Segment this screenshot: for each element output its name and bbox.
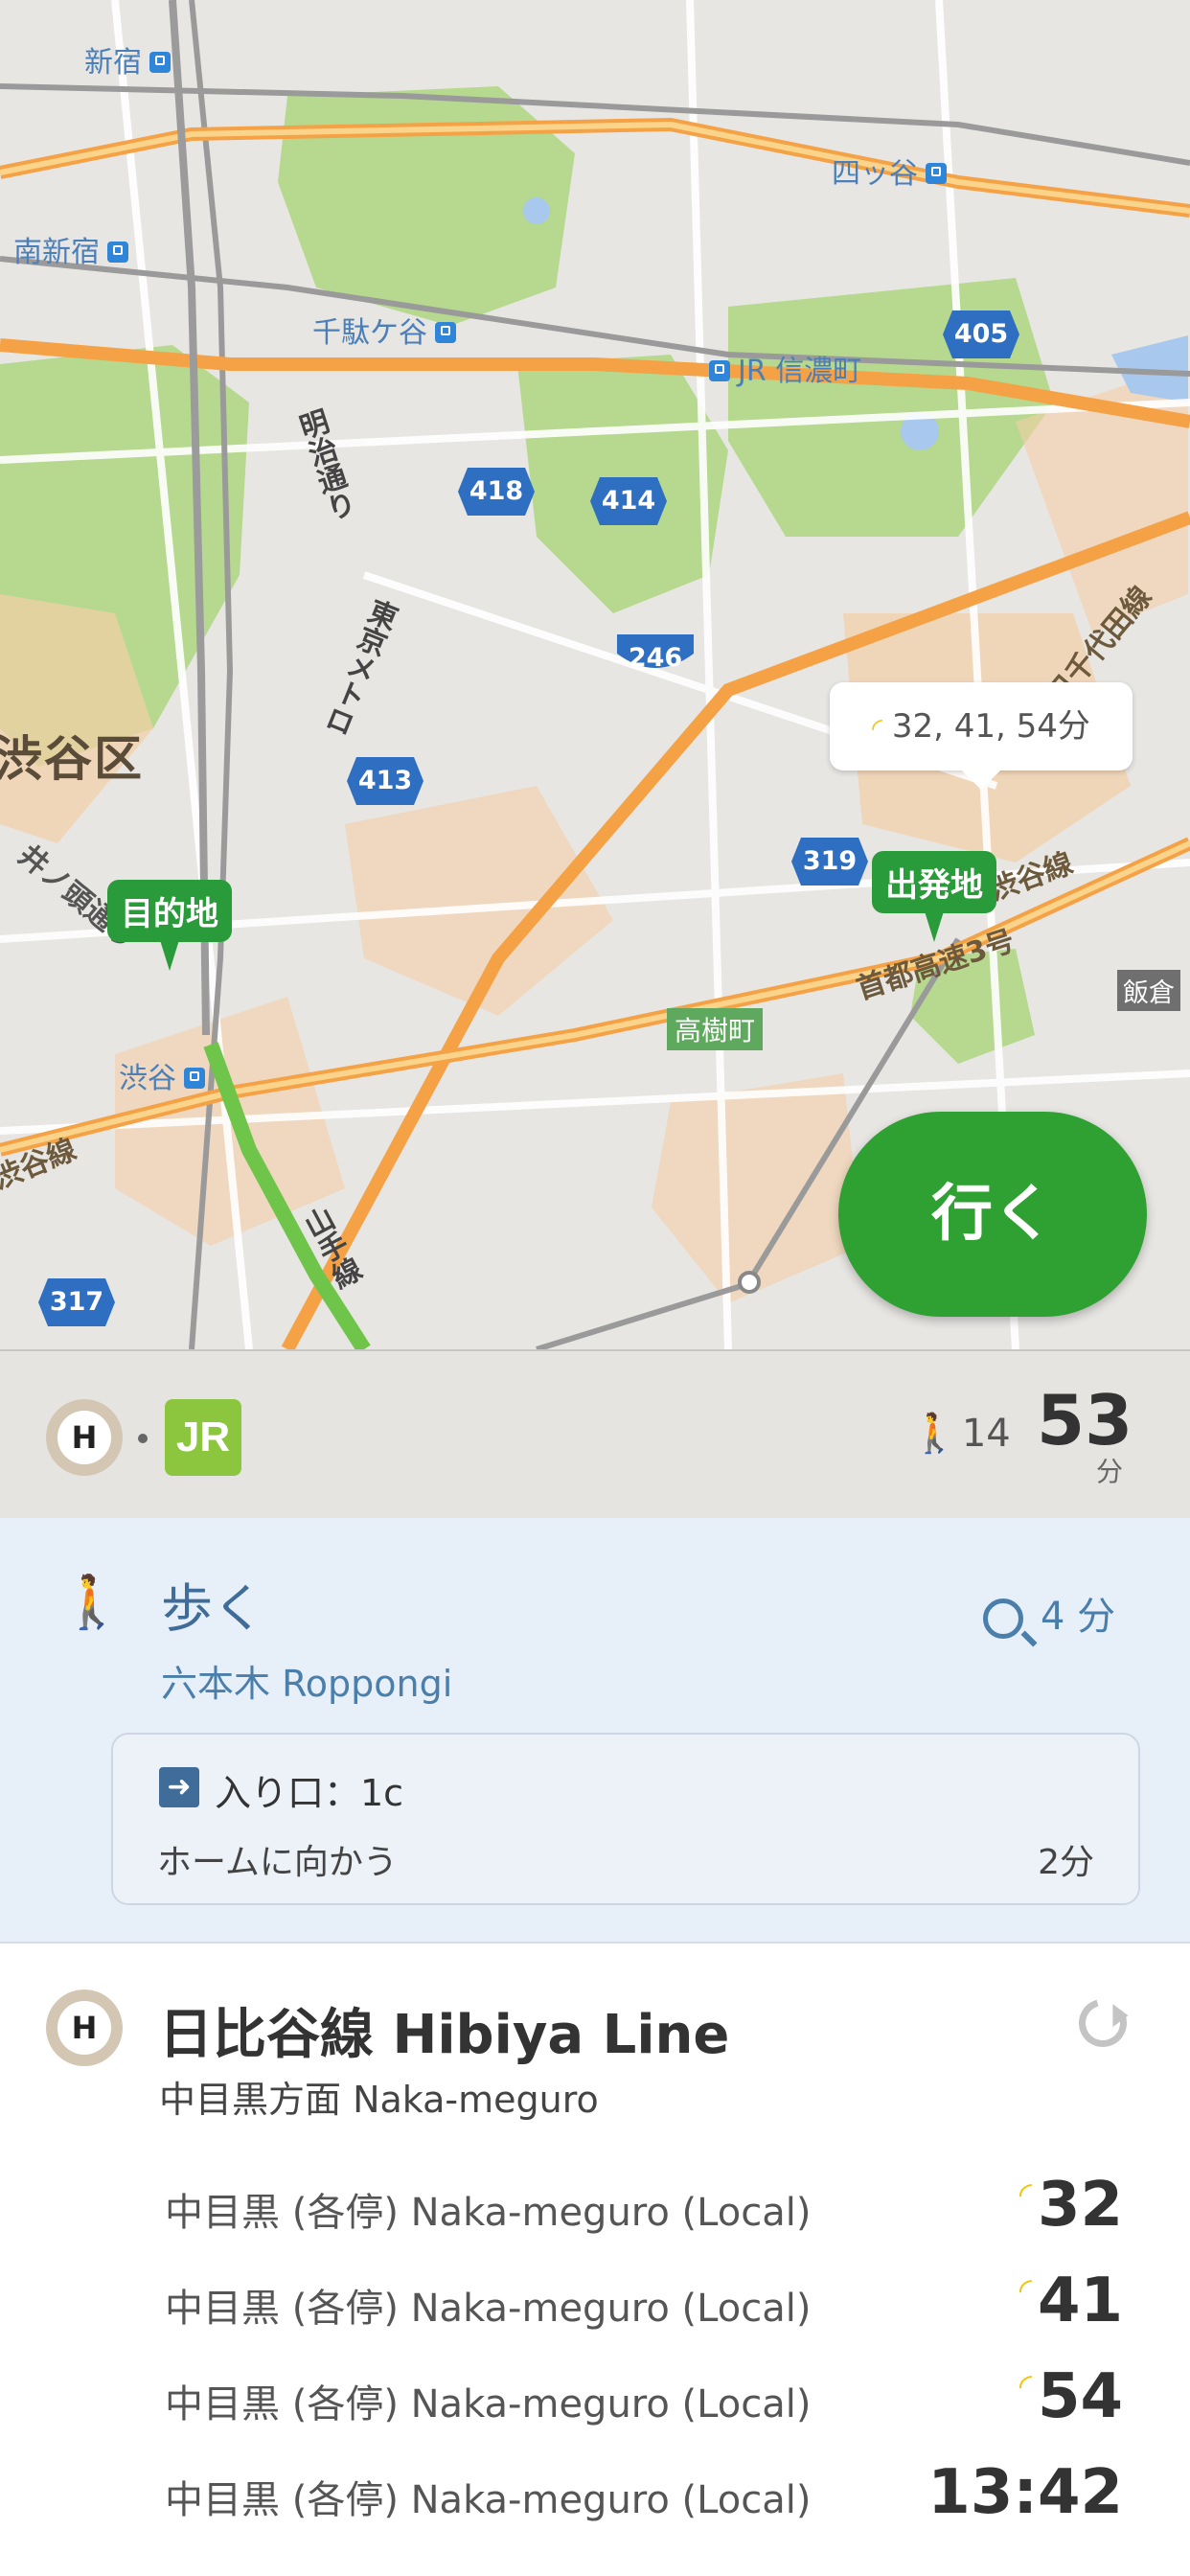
entrance-time: 2分 [1038, 1843, 1094, 1882]
route-shield-317: 317 [38, 1278, 115, 1326]
walk-icon: 🚶 [59, 1572, 125, 1632]
route-shield-319: 319 [791, 838, 868, 886]
route-shield-405: 405 [943, 310, 1019, 358]
area-label-takagicho: 高樹町 [667, 1008, 764, 1050]
separator-dot [138, 1434, 148, 1443]
hibiya-line-badge: H [46, 1990, 123, 2066]
departure-row[interactable]: 中目黒 (各停) Naka-meguro (Local) 13:42 [0, 2448, 1190, 2543]
entrance-card[interactable]: ➜ 入り口：1c ホームに向かう 2分 [111, 1733, 1140, 1905]
entrance-note: ホームに向かう [157, 1843, 398, 1882]
line-step[interactable]: H 日比谷線 Hibiya Line 中目黒方面 Naka-meguro 中目黒… [0, 1944, 1190, 2576]
entrance-label: 入り口：1c [215, 1772, 404, 1814]
station-icon [107, 241, 128, 263]
jr-line-badge: JR [165, 1399, 241, 1476]
station-label-minami-shinjuku[interactable]: 南新宿 [13, 228, 128, 270]
entrance-icon: ➜ [159, 1767, 199, 1807]
refresh-icon[interactable] [1069, 1990, 1136, 2057]
origin-pin[interactable]: 出発地 [872, 851, 996, 942]
departure-row[interactable]: 中目黒 (各停) Naka-meguro (Local) ◜54 [0, 2352, 1190, 2448]
walk-step[interactable]: 🚶 歩く 六本木 Roppongi 4 分 ➜ 入り口：1c ホームに向かう 2… [0, 1518, 1190, 1944]
total-minutes: 53 [1037, 1380, 1133, 1460]
district-label: 渋谷区 [0, 731, 144, 787]
realtime-departures-bubble[interactable]: ◜ 32, 41, 54分 [830, 682, 1133, 790]
realtime-signal-icon: ◜ [1018, 2175, 1032, 2214]
hibiya-line-badge: H [46, 1399, 123, 1476]
station-label-yotsuya[interactable]: 四ッ谷 [832, 150, 947, 192]
total-unit: 分 [1096, 1456, 1124, 1487]
station-label-shinanomachi[interactable]: JR 信濃町 [709, 347, 861, 389]
destination-pin[interactable]: 目的地 [107, 880, 232, 971]
realtime-signal-icon: ◜ [1018, 2271, 1032, 2310]
station-icon [709, 359, 730, 381]
station-label-shibuya[interactable]: 渋谷 [119, 1054, 205, 1096]
station-icon [926, 162, 947, 184]
walk-icon: 🚶 [910, 1412, 958, 1456]
walk-minutes: 🚶 14 [910, 1412, 1011, 1456]
realtime-signal-icon: ◜ [872, 712, 882, 744]
route-shield-246: 246 [617, 634, 694, 682]
go-button[interactable]: 行く [838, 1112, 1147, 1317]
walk-title: 歩く [161, 1578, 264, 1639]
station-icon [149, 51, 171, 73]
station-icon [184, 1067, 205, 1089]
line-direction: 中目黒方面 Naka-meguro [159, 2079, 599, 2121]
area-label-iikura: 飯倉 [1117, 970, 1180, 1011]
station-label-shinjuku[interactable]: 新宿 [84, 38, 171, 80]
departure-row[interactable]: 中目黒 (各停) Naka-meguro (Local) ◜41 [0, 2256, 1190, 2352]
station-label-sendagaya[interactable]: 千駄ケ谷 [312, 309, 456, 351]
walk-station: 六本木 Roppongi [161, 1663, 453, 1705]
realtime-signal-icon: ◜ [1018, 2367, 1032, 2405]
zoom-in-icon [983, 1598, 1023, 1639]
route-shield-414: 414 [590, 477, 667, 525]
route-summary-bar[interactable]: H JR 🚶 14 53 分 [0, 1349, 1190, 1518]
line-title: 日比谷線 Hibiya Line [159, 2004, 730, 2066]
route-shield-418: 418 [458, 468, 535, 516]
station-icon [435, 321, 456, 343]
walk-zoom-button[interactable]: 4 分 [983, 1585, 1115, 1641]
route-map[interactable]: 新宿 四ッ谷 南新宿 千駄ケ谷 JR 信濃町 渋谷 渋谷区 405 418 41… [0, 0, 1190, 1349]
route-shield-413: 413 [347, 757, 423, 805]
departure-row[interactable]: 中目黒 (各停) Naka-meguro (Local) ◜32 [0, 2160, 1190, 2256]
